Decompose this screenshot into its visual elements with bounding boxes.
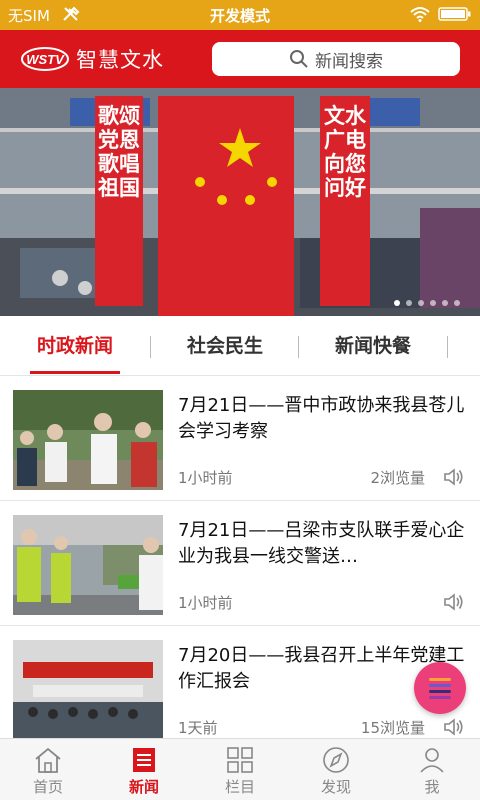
carousel-dot[interactable]: [418, 300, 424, 306]
app-header: WSTV 智慧文水 新闻搜索: [0, 30, 480, 88]
nav-home[interactable]: 首页: [0, 739, 96, 800]
wifi-icon: [410, 6, 430, 26]
news-thumbnail: [13, 515, 163, 615]
tab-social-livelihood[interactable]: 社会民生: [170, 316, 280, 376]
tab-news-snack[interactable]: 新闻快餐: [318, 316, 428, 376]
carousel-dot[interactable]: [394, 300, 400, 306]
tab-divider: [298, 336, 299, 358]
grid-icon: [227, 747, 253, 773]
nav-columns-label: 栏目: [224, 778, 255, 796]
carousel-dot[interactable]: [430, 300, 436, 306]
category-tabs: 时政新闻 社会民生 新闻快餐: [0, 316, 480, 376]
carousel-indicator: [394, 300, 460, 306]
nav-home-label: 首页: [32, 778, 63, 796]
left-banner-text: 歌颂党恩 歌唱祖国: [98, 104, 140, 200]
app-name: 智慧文水: [76, 48, 164, 72]
news-views: 15浏览量: [360, 719, 425, 737]
home-icon: [35, 747, 61, 773]
compass-icon: [323, 747, 349, 773]
battery-icon: [438, 6, 472, 26]
nav-news-label: 新闻: [128, 778, 159, 796]
search-placeholder: 新闻搜索: [315, 51, 383, 72]
bottom-nav: 首页 新闻 栏目 发现 我: [0, 738, 480, 800]
news-icon: [133, 748, 155, 772]
news-time: 1小时前: [178, 594, 233, 612]
news-time: 1天前: [178, 719, 218, 737]
news-item[interactable]: 7月21日——吕梁市支队联手爱心企业为我县一线交警送… 1小时前: [0, 502, 480, 626]
svg-text:WSTV: WSTV: [26, 52, 65, 67]
search-icon: [290, 50, 308, 68]
carousel-dot[interactable]: [406, 300, 412, 306]
speaker-icon[interactable]: [442, 715, 466, 739]
speaker-icon[interactable]: [442, 465, 466, 489]
banner-image: [0, 88, 480, 316]
wstv-logo-icon: WSTV: [21, 47, 69, 71]
tab-politics-news[interactable]: 时政新闻: [20, 316, 130, 376]
tab-divider: [150, 336, 151, 358]
carousel-dot[interactable]: [454, 300, 460, 306]
menu-line: [429, 678, 451, 681]
right-banner-text: 文水广电 向您问好: [324, 104, 366, 200]
news-title: 7月21日——吕梁市支队联手爱心企业为我县一线交警送…: [178, 520, 465, 567]
nav-me-label: 我: [424, 778, 440, 796]
news-item[interactable]: 7月20日——我县召开上半年党建工作汇报会 1天前 15浏览量: [0, 627, 480, 751]
news-item[interactable]: 7月21日——晋中市政协来我县苍儿会学习考察 1小时前 2浏览量: [0, 377, 480, 501]
nav-me[interactable]: 我: [384, 739, 480, 800]
app-logo: WSTV 智慧文水: [20, 44, 164, 74]
search-input[interactable]: 新闻搜索: [212, 42, 460, 76]
carousel-dot[interactable]: [442, 300, 448, 306]
menu-line: [429, 690, 451, 693]
speaker-icon[interactable]: [442, 590, 466, 614]
nav-news[interactable]: 新闻: [96, 739, 192, 800]
banner-carousel[interactable]: 歌颂党恩 歌唱祖国 文水广电 向您问好: [0, 88, 480, 316]
menu-line: [429, 696, 451, 699]
nav-columns[interactable]: 栏目: [192, 739, 288, 800]
news-thumbnail: [13, 640, 163, 740]
floating-menu-button[interactable]: [414, 662, 466, 714]
news-thumbnail: [13, 390, 163, 490]
user-icon: [420, 748, 444, 773]
news-title: 7月21日——晋中市政协来我县苍儿会学习考察: [178, 395, 465, 442]
menu-line: [429, 684, 451, 687]
news-time: 1小时前: [178, 469, 233, 487]
status-bar: 无SIM 开发模式: [0, 0, 480, 30]
nav-discover[interactable]: 发现: [288, 739, 384, 800]
news-views: 2浏览量: [370, 469, 425, 487]
tab-divider: [447, 336, 448, 358]
nav-discover-label: 发现: [320, 778, 351, 796]
dev-mode-label: 开发模式: [209, 7, 270, 25]
